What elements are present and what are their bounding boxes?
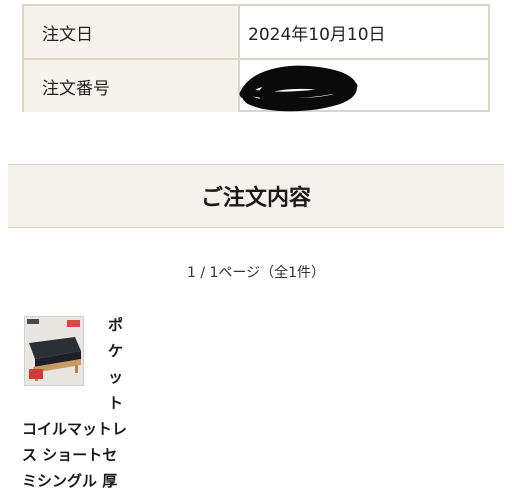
product-name-line: ス ショートセ xyxy=(22,446,118,464)
order-date-row: 注文日 2024年10月10日 xyxy=(24,6,488,58)
redaction-scribble xyxy=(239,65,358,112)
order-date-value: 2024年10月10日 xyxy=(248,24,386,45)
order-info-table: 注文日 2024年10月10日 注文番号 xyxy=(22,4,490,112)
order-number-row: 注文番号 xyxy=(24,58,488,112)
product-name-line: コイルマットレ xyxy=(22,420,128,438)
product-name-char: ッ xyxy=(108,368,124,386)
product-name-vertical: ポ ケ ッ ト xyxy=(22,312,130,416)
product-name-char: ポ xyxy=(108,316,124,334)
product-name-link[interactable]: ポ ケ ッ ト コイルマットレ ス ショートセ ミシングル 厚 xyxy=(22,312,130,494)
order-number-value xyxy=(239,60,488,112)
order-date-label: 注文日 xyxy=(24,6,240,58)
order-number-label: 注文番号 xyxy=(24,60,240,112)
product-name-char: ト xyxy=(108,394,124,412)
product-name-line: ミシングル 厚 xyxy=(22,472,118,490)
order-contents-heading: ご注文内容 xyxy=(8,164,504,228)
pagination-info: 1 / 1ページ（全1件） xyxy=(186,265,326,281)
product-name-char: ケ xyxy=(108,342,124,360)
